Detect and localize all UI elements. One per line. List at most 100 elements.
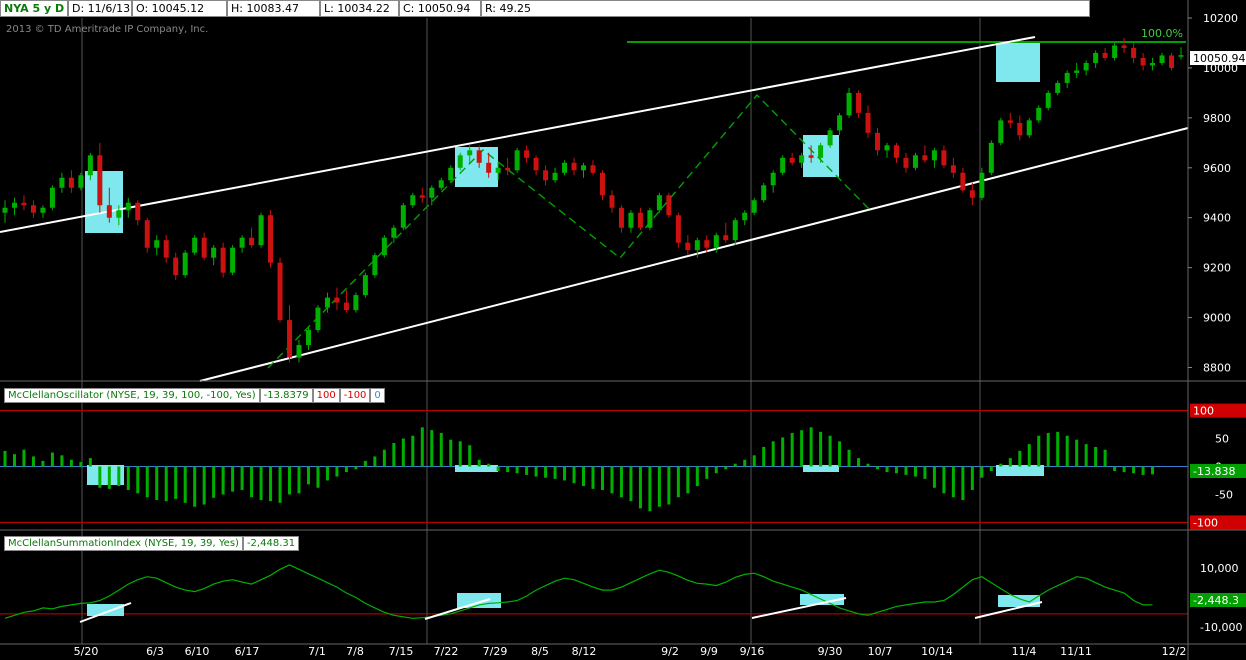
- osc-bar: [1008, 458, 1012, 467]
- candle-body: [116, 210, 122, 218]
- candle-body: [1083, 62, 1089, 71]
- osc-bar: [733, 463, 737, 467]
- osc-bar: [544, 466, 548, 478]
- osc-bar: [250, 466, 254, 498]
- osc-bar: [69, 459, 73, 467]
- candle-body: [87, 155, 93, 176]
- candle-body: [305, 330, 311, 346]
- symbol-field[interactable]: NYA 5 y D: [0, 0, 68, 17]
- candle-body: [239, 237, 245, 248]
- candle-body: [1121, 45, 1127, 48]
- osc-bar: [136, 466, 140, 494]
- candle-body: [751, 200, 757, 213]
- osc-bar: [458, 441, 462, 467]
- candle-body: [533, 157, 539, 171]
- osc-bar: [145, 466, 149, 498]
- candle-body: [799, 155, 805, 163]
- osc-bar: [231, 466, 235, 492]
- osc-bar: [999, 463, 1003, 467]
- candle-body: [125, 202, 131, 211]
- candle-body: [220, 247, 226, 273]
- x-date-label: 7/1: [308, 645, 326, 658]
- osc-bar: [923, 466, 927, 479]
- candle-body: [609, 195, 615, 208]
- osc-bar: [1151, 466, 1155, 475]
- osc-bar: [847, 449, 851, 467]
- candle-body: [144, 220, 150, 248]
- x-date-label: 5/20: [74, 645, 99, 658]
- copyright-notice: 2013 © TD Ameritrade IP Company, Inc.: [6, 24, 209, 35]
- candle-body: [590, 165, 596, 173]
- candle-body: [476, 150, 482, 163]
- oscillator-name: McClellanOscillator (NYSE, 19, 39, 100, …: [4, 388, 260, 403]
- osc-bar: [857, 458, 861, 467]
- candle-body: [362, 275, 368, 296]
- osc-bar: [913, 466, 917, 477]
- osc-bar: [714, 466, 718, 474]
- summation-study-label[interactable]: McClellanSummationIndex (NYSE, 19, 39, Y…: [4, 536, 300, 551]
- oscillator-lower: -100: [339, 388, 371, 403]
- osc-bar: [894, 466, 898, 474]
- osc-bar: [202, 466, 206, 505]
- high-field: H: 10083.47: [227, 0, 320, 17]
- candle-body: [685, 242, 691, 251]
- osc-bar: [809, 427, 813, 467]
- osc-bar: [638, 466, 642, 509]
- candle-body: [922, 155, 928, 161]
- candle-body: [268, 215, 274, 263]
- osc-bar: [591, 466, 595, 489]
- osc-bar: [619, 466, 623, 498]
- candle-body: [647, 210, 653, 228]
- osc-bar: [819, 431, 823, 467]
- candle-body: [258, 215, 264, 246]
- candle-body: [912, 155, 918, 168]
- osc-bar: [762, 446, 766, 467]
- osc-bar: [344, 466, 348, 473]
- osc-bar: [980, 466, 984, 478]
- candle-body: [780, 157, 786, 173]
- candle-body: [543, 170, 549, 181]
- x-date-label: 7/29: [483, 645, 508, 658]
- osc-bar: [942, 466, 946, 494]
- osc-bar: [373, 456, 377, 467]
- x-date-label: 10/14: [921, 645, 953, 658]
- osc-tick-label: 50: [1215, 433, 1229, 446]
- osc-bar: [515, 466, 519, 474]
- candle-body: [694, 240, 700, 251]
- osc-bar: [667, 466, 671, 505]
- candle-body: [2, 207, 8, 213]
- osc-bar: [335, 466, 339, 477]
- price-tick-label: 8800: [1203, 362, 1231, 375]
- candle-body: [192, 237, 198, 253]
- x-date-label: 6/17: [235, 645, 260, 658]
- candle-body: [960, 172, 966, 191]
- osc-bar: [31, 456, 35, 467]
- x-date-label: 7/22: [434, 645, 459, 658]
- candle-body: [903, 157, 909, 168]
- candle-body: [182, 252, 188, 276]
- summation-name: McClellanSummationIndex (NYSE, 19, 39, Y…: [4, 536, 243, 551]
- osc-bar: [629, 466, 633, 502]
- osc-bar: [259, 466, 263, 501]
- close-field: C: 10050.94: [399, 0, 481, 17]
- osc-bar: [553, 466, 557, 479]
- osc-bar: [288, 466, 292, 495]
- osc-bar: [1132, 466, 1136, 474]
- candle-body: [618, 207, 624, 228]
- osc-last-value: -13.838: [1193, 465, 1235, 478]
- candle-body: [742, 212, 748, 221]
- candle-body: [230, 247, 236, 273]
- candle-body: [40, 207, 46, 213]
- x-date-label: 8/12: [572, 645, 597, 658]
- price-tick-label: 9400: [1203, 212, 1231, 225]
- osc-bar: [876, 466, 880, 470]
- candle-body: [1026, 120, 1032, 136]
- oscillator-study-label[interactable]: McClellanOscillator (NYSE, 19, 39, 100, …: [4, 388, 385, 403]
- x-date-label: 7/15: [389, 645, 414, 658]
- candle-body: [979, 172, 985, 198]
- osc-tick-label: -50: [1215, 488, 1233, 501]
- candle-body: [931, 150, 937, 161]
- highlight-box: [85, 171, 123, 233]
- candle-body: [571, 162, 577, 171]
- osc-bar: [174, 466, 178, 499]
